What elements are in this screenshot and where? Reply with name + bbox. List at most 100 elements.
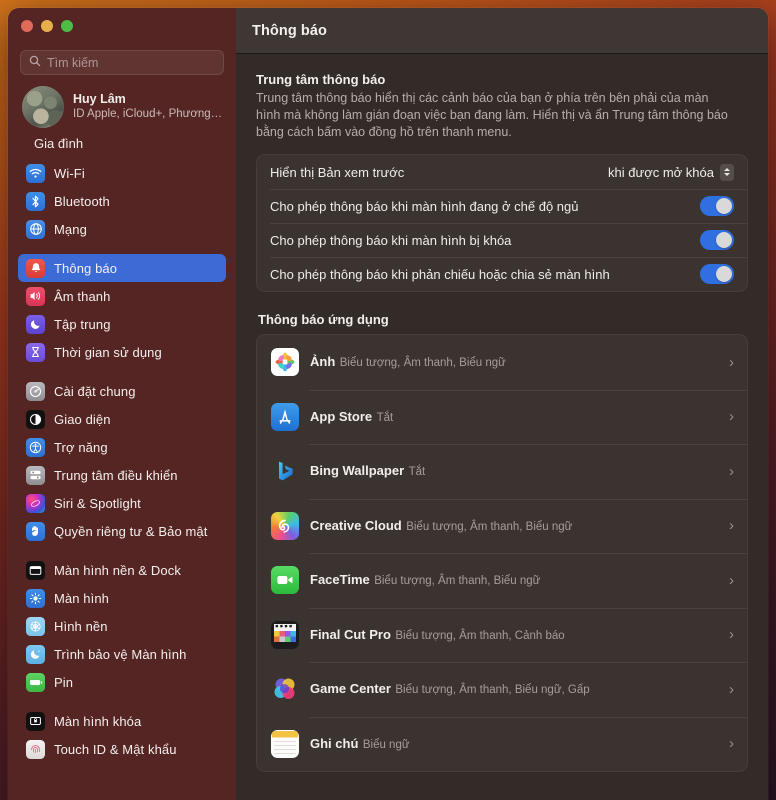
sidebar-group-notifications: Thông báo Âm thanh Tập trung Thời gian s… xyxy=(18,254,226,366)
row-allow-when-locked[interactable]: Cho phép thông báo khi màn hình bị khóa xyxy=(257,223,747,257)
row-label: Cho phép thông báo khi màn hình bị khóa xyxy=(270,232,512,248)
sidebar-item-displays[interactable]: Màn hình xyxy=(18,584,226,612)
app-text: Creative Cloud Biểu tượng, Âm thanh, Biể… xyxy=(310,517,721,535)
sidebar-item-desktop-dock[interactable]: Màn hình nền & Dock xyxy=(18,556,226,584)
zoom-button[interactable] xyxy=(61,20,73,32)
sidebar-item-label: Trợ năng xyxy=(54,439,108,455)
focus-moon-icon xyxy=(26,314,45,334)
app-detail: Tắt xyxy=(408,466,426,479)
sidebar-item-sound[interactable]: Âm thanh xyxy=(18,282,226,310)
toggle-knob xyxy=(716,265,733,283)
sidebar-item-general[interactable]: Cài đặt chung xyxy=(18,377,226,405)
sidebar-item-siri-spotlight[interactable]: Siri & Spotlight xyxy=(18,489,226,517)
sidebar-item-accessibility[interactable]: Trợ năng xyxy=(18,433,226,461)
chevron-right-icon: › xyxy=(729,462,734,480)
sidebar-item-label: Giao diện xyxy=(54,411,111,427)
app-detail: Biểu tượng, Âm thanh, Biểu ngữ xyxy=(374,575,541,588)
sidebar-item-label: Màn hình xyxy=(54,590,110,606)
row-label: Cho phép thông báo khi màn hình đang ở c… xyxy=(270,198,579,214)
sidebar-item-wifi[interactable]: Wi-Fi xyxy=(18,159,226,187)
app-row-app-store[interactable]: App Store Tắt › xyxy=(257,389,747,445)
sidebar-item-family[interactable]: Gia đình xyxy=(8,130,236,155)
sidebar-item-network[interactable]: Mạng xyxy=(18,215,226,243)
game-center-icon xyxy=(271,675,299,703)
sidebar-item-label: Trình bảo vệ Màn hình xyxy=(54,646,187,662)
toggle-allow-when-locked[interactable] xyxy=(700,230,734,250)
app-row-photos[interactable]: Ảnh Biểu tượng, Âm thanh, Biểu ngữ › xyxy=(257,335,747,390)
sidebar-item-appearance[interactable]: Giao diện xyxy=(18,405,226,433)
account-name: Huy Lâm xyxy=(73,92,126,106)
creative-cloud-icon xyxy=(271,511,299,540)
row-allow-when-mirroring[interactable]: Cho phép thông báo khi phản chiếu hoặc c… xyxy=(257,257,747,291)
sidebar-item-lock-screen[interactable]: Màn hình khóa xyxy=(18,707,226,735)
touch-id-icon xyxy=(26,739,45,759)
app-name: App Store xyxy=(310,408,373,424)
siri-icon xyxy=(26,493,45,513)
chevron-right-icon: › xyxy=(729,517,734,535)
sidebar-item-wallpaper[interactable]: Hình nền xyxy=(18,612,226,640)
search-input[interactable]: Tìm kiếm xyxy=(47,56,98,70)
settings-scroll-area[interactable]: Trung tâm thông báo Trung tâm thông báo … xyxy=(236,54,768,800)
sidebar-item-battery[interactable]: Pin xyxy=(18,668,226,696)
photos-icon xyxy=(271,348,299,377)
sidebar-group-security: Màn hình khóa Touch ID & Mật khẩu xyxy=(18,707,226,763)
show-previews-popup-button[interactable]: khi được mở khóa xyxy=(608,163,734,181)
chevron-right-icon: › xyxy=(729,735,734,753)
sidebar-item-privacy-security[interactable]: Quyền riêng tư & Bảo mật xyxy=(18,517,226,545)
sidebar-item-label: Màn hình nền & Dock xyxy=(54,562,181,578)
app-detail: Tắt xyxy=(376,411,394,424)
sidebar-item-bluetooth[interactable]: Bluetooth xyxy=(18,187,226,215)
sidebar-item-touch-id[interactable]: Touch ID & Mật khẩu xyxy=(18,735,226,763)
sidebar-item-label: Touch ID & Mật khẩu xyxy=(54,741,177,757)
sidebar-item-label: Thời gian sử dụng xyxy=(54,344,162,360)
toggle-allow-when-mirroring[interactable] xyxy=(700,264,734,284)
network-globe-icon xyxy=(26,219,45,239)
app-row-facetime[interactable]: FaceTime Biểu tượng, Âm thanh, Biểu ngữ … xyxy=(257,553,747,608)
app-row-bing-wallpaper[interactable]: Bing Wallpaper Tắt › xyxy=(257,444,747,499)
sidebar-item-control-center[interactable]: Trung tâm điều khiển xyxy=(18,461,226,489)
close-button[interactable] xyxy=(21,20,33,32)
app-row-game-center[interactable]: Game Center Biểu tượng, Âm thanh, Biểu n… xyxy=(257,662,747,717)
privacy-hand-icon xyxy=(26,521,45,541)
appearance-contrast-icon xyxy=(26,409,45,429)
app-name: FaceTime xyxy=(310,572,370,588)
sidebar-item-screen-time[interactable]: Thời gian sử dụng xyxy=(18,338,226,366)
app-detail: Biểu tượng, Âm thanh, Biểu ngữ, Gấp xyxy=(395,684,590,697)
app-name: Bing Wallpaper xyxy=(310,463,405,479)
row-label: Hiển thị Bản xem trước xyxy=(270,164,405,180)
search-field[interactable]: Tìm kiếm xyxy=(20,50,224,75)
system-settings-window: Tìm kiếm Huy Lâm ID Apple, iCloud+, Phươ… xyxy=(8,8,768,800)
app-row-final-cut-pro[interactable]: Final Cut Pro Biểu tượng, Âm thanh, Cảnh… xyxy=(257,607,747,663)
final-cut-pro-icon xyxy=(271,620,299,649)
account-subtitle: ID Apple, iCloud+, Phương t... xyxy=(73,108,223,120)
app-row-creative-cloud[interactable]: Creative Cloud Biểu tượng, Âm thanh, Biể… xyxy=(257,498,747,554)
lock-screen-icon xyxy=(26,711,45,731)
chevron-updown-icon xyxy=(720,163,734,181)
title-bar: Thông báo xyxy=(236,8,768,54)
facetime-icon xyxy=(271,566,299,595)
page-title: Thông báo xyxy=(252,22,327,39)
main-pane: Thông báo Trung tâm thông báo Trung tâm … xyxy=(236,8,768,800)
account-row[interactable]: Huy Lâm ID Apple, iCloud+, Phương t... xyxy=(8,75,236,130)
app-notifications-heading: Thông báo ứng dụng xyxy=(258,312,389,327)
minimize-button[interactable] xyxy=(41,20,53,32)
app-text: Bing Wallpaper Tắt xyxy=(310,462,721,480)
sidebar-item-label: Trung tâm điều khiển xyxy=(54,467,178,483)
general-gear-icon xyxy=(26,381,45,401)
displays-brightness-icon xyxy=(26,588,45,608)
row-allow-when-asleep[interactable]: Cho phép thông báo khi màn hình đang ở c… xyxy=(257,189,747,223)
row-show-previews[interactable]: Hiển thị Bản xem trước khi được mở khóa xyxy=(257,155,747,189)
toggle-allow-when-asleep[interactable] xyxy=(700,196,734,216)
sidebar-group-network: Wi-Fi Bluetooth Mạng xyxy=(18,159,226,243)
app-row-notes[interactable]: Ghi chú Biểu ngữ › xyxy=(257,716,747,772)
bing-wallpaper-icon xyxy=(271,457,299,485)
sidebar-item-screensaver[interactable]: Trình bảo vệ Màn hình xyxy=(18,640,226,668)
app-name: Creative Cloud xyxy=(310,517,402,533)
sidebar-item-notifications[interactable]: Thông báo xyxy=(18,254,226,282)
sidebar-item-label: Wi-Fi xyxy=(54,165,85,181)
sidebar-item-focus[interactable]: Tập trung xyxy=(18,310,226,338)
sidebar-group-display: Màn hình nền & Dock Màn hình Hình nền Tr… xyxy=(18,556,226,696)
sidebar-item-label: Quyền riêng tư & Bảo mật xyxy=(54,523,208,539)
search-icon xyxy=(29,54,41,72)
sidebar-item-label: Mạng xyxy=(54,221,87,237)
